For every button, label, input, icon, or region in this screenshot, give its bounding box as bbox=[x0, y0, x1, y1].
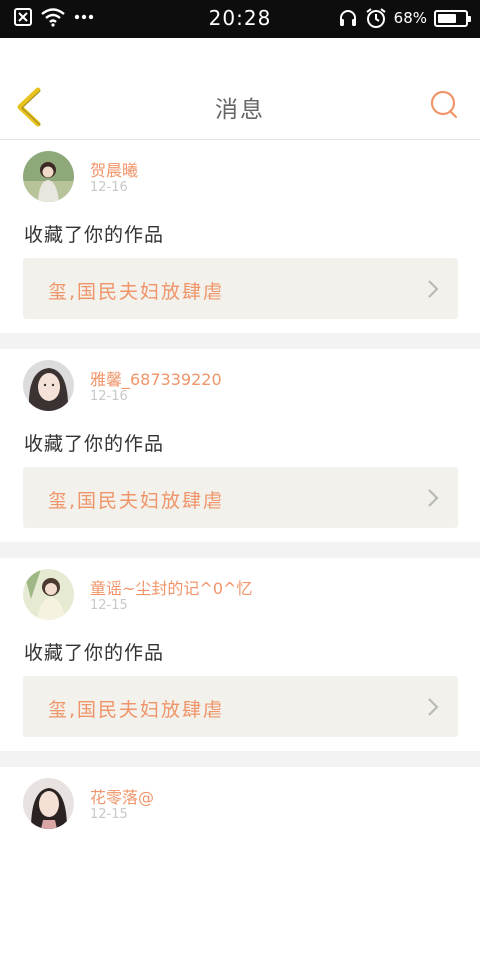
work-title: 玺,国民夫妇放肆虐 bbox=[48, 281, 225, 303]
battery-percent: 68% bbox=[393, 9, 427, 27]
search-icon[interactable] bbox=[428, 88, 460, 120]
app-header: 消息 bbox=[0, 38, 480, 140]
headset-icon bbox=[339, 10, 356, 26]
notification-card: 贺晨曦 12-16 收藏了你的作品 玺,国民夫妇放肆虐 bbox=[0, 140, 480, 333]
page-title: 消息 bbox=[215, 97, 265, 123]
action-text: 收藏了你的作品 bbox=[24, 224, 165, 246]
notification-list: 贺晨曦 12-16 收藏了你的作品 玺,国民夫妇放肆虐 雅馨_687339220… bbox=[0, 140, 480, 960]
avatar-image bbox=[23, 569, 74, 620]
avatar[interactable] bbox=[23, 569, 74, 620]
avatar[interactable] bbox=[23, 778, 74, 829]
chevron-right-icon bbox=[428, 698, 439, 716]
divider bbox=[0, 751, 480, 767]
action-text: 收藏了你的作品 bbox=[24, 433, 165, 455]
chevron-right-icon bbox=[428, 489, 439, 507]
status-bar: 20:28 68% bbox=[0, 0, 480, 38]
username[interactable]: 花零落@ bbox=[90, 784, 154, 808]
battery-level-fill bbox=[438, 13, 456, 23]
notification-card: 童谣~尘封的记^0^忆 12-15 收藏了你的作品 玺,国民夫妇放肆虐 bbox=[0, 558, 480, 751]
work-link[interactable]: 玺,国民夫妇放肆虐 bbox=[23, 258, 458, 319]
alarm-icon bbox=[366, 8, 386, 28]
action-text: 收藏了你的作品 bbox=[24, 642, 165, 664]
notification-card: 花零落@ 12-15 bbox=[0, 767, 480, 960]
username[interactable]: 童谣~尘封的记^0^忆 bbox=[90, 575, 252, 599]
avatar[interactable] bbox=[23, 360, 74, 411]
username[interactable]: 雅馨_687339220 bbox=[90, 366, 222, 390]
work-link[interactable]: 玺,国民夫妇放肆虐 bbox=[23, 467, 458, 528]
battery-icon bbox=[434, 9, 471, 27]
timestamp: 12-16 bbox=[90, 389, 128, 404]
avatar-image bbox=[23, 778, 74, 829]
avatar[interactable] bbox=[23, 151, 74, 202]
timestamp: 12-15 bbox=[90, 598, 128, 613]
timestamp: 12-16 bbox=[90, 180, 128, 195]
divider bbox=[0, 542, 480, 558]
timestamp: 12-15 bbox=[90, 807, 128, 822]
work-link[interactable]: 玺,国民夫妇放肆虐 bbox=[23, 676, 458, 737]
work-title: 玺,国民夫妇放肆虐 bbox=[48, 490, 225, 512]
avatar-image bbox=[23, 360, 74, 411]
chevron-right-icon bbox=[428, 280, 439, 298]
notification-card: 雅馨_687339220 12-16 收藏了你的作品 玺,国民夫妇放肆虐 bbox=[0, 349, 480, 542]
divider bbox=[0, 333, 480, 349]
avatar-image bbox=[23, 151, 74, 202]
username[interactable]: 贺晨曦 bbox=[90, 157, 138, 181]
work-title: 玺,国民夫妇放肆虐 bbox=[48, 699, 225, 721]
status-right-icons: 68% bbox=[338, 7, 471, 29]
